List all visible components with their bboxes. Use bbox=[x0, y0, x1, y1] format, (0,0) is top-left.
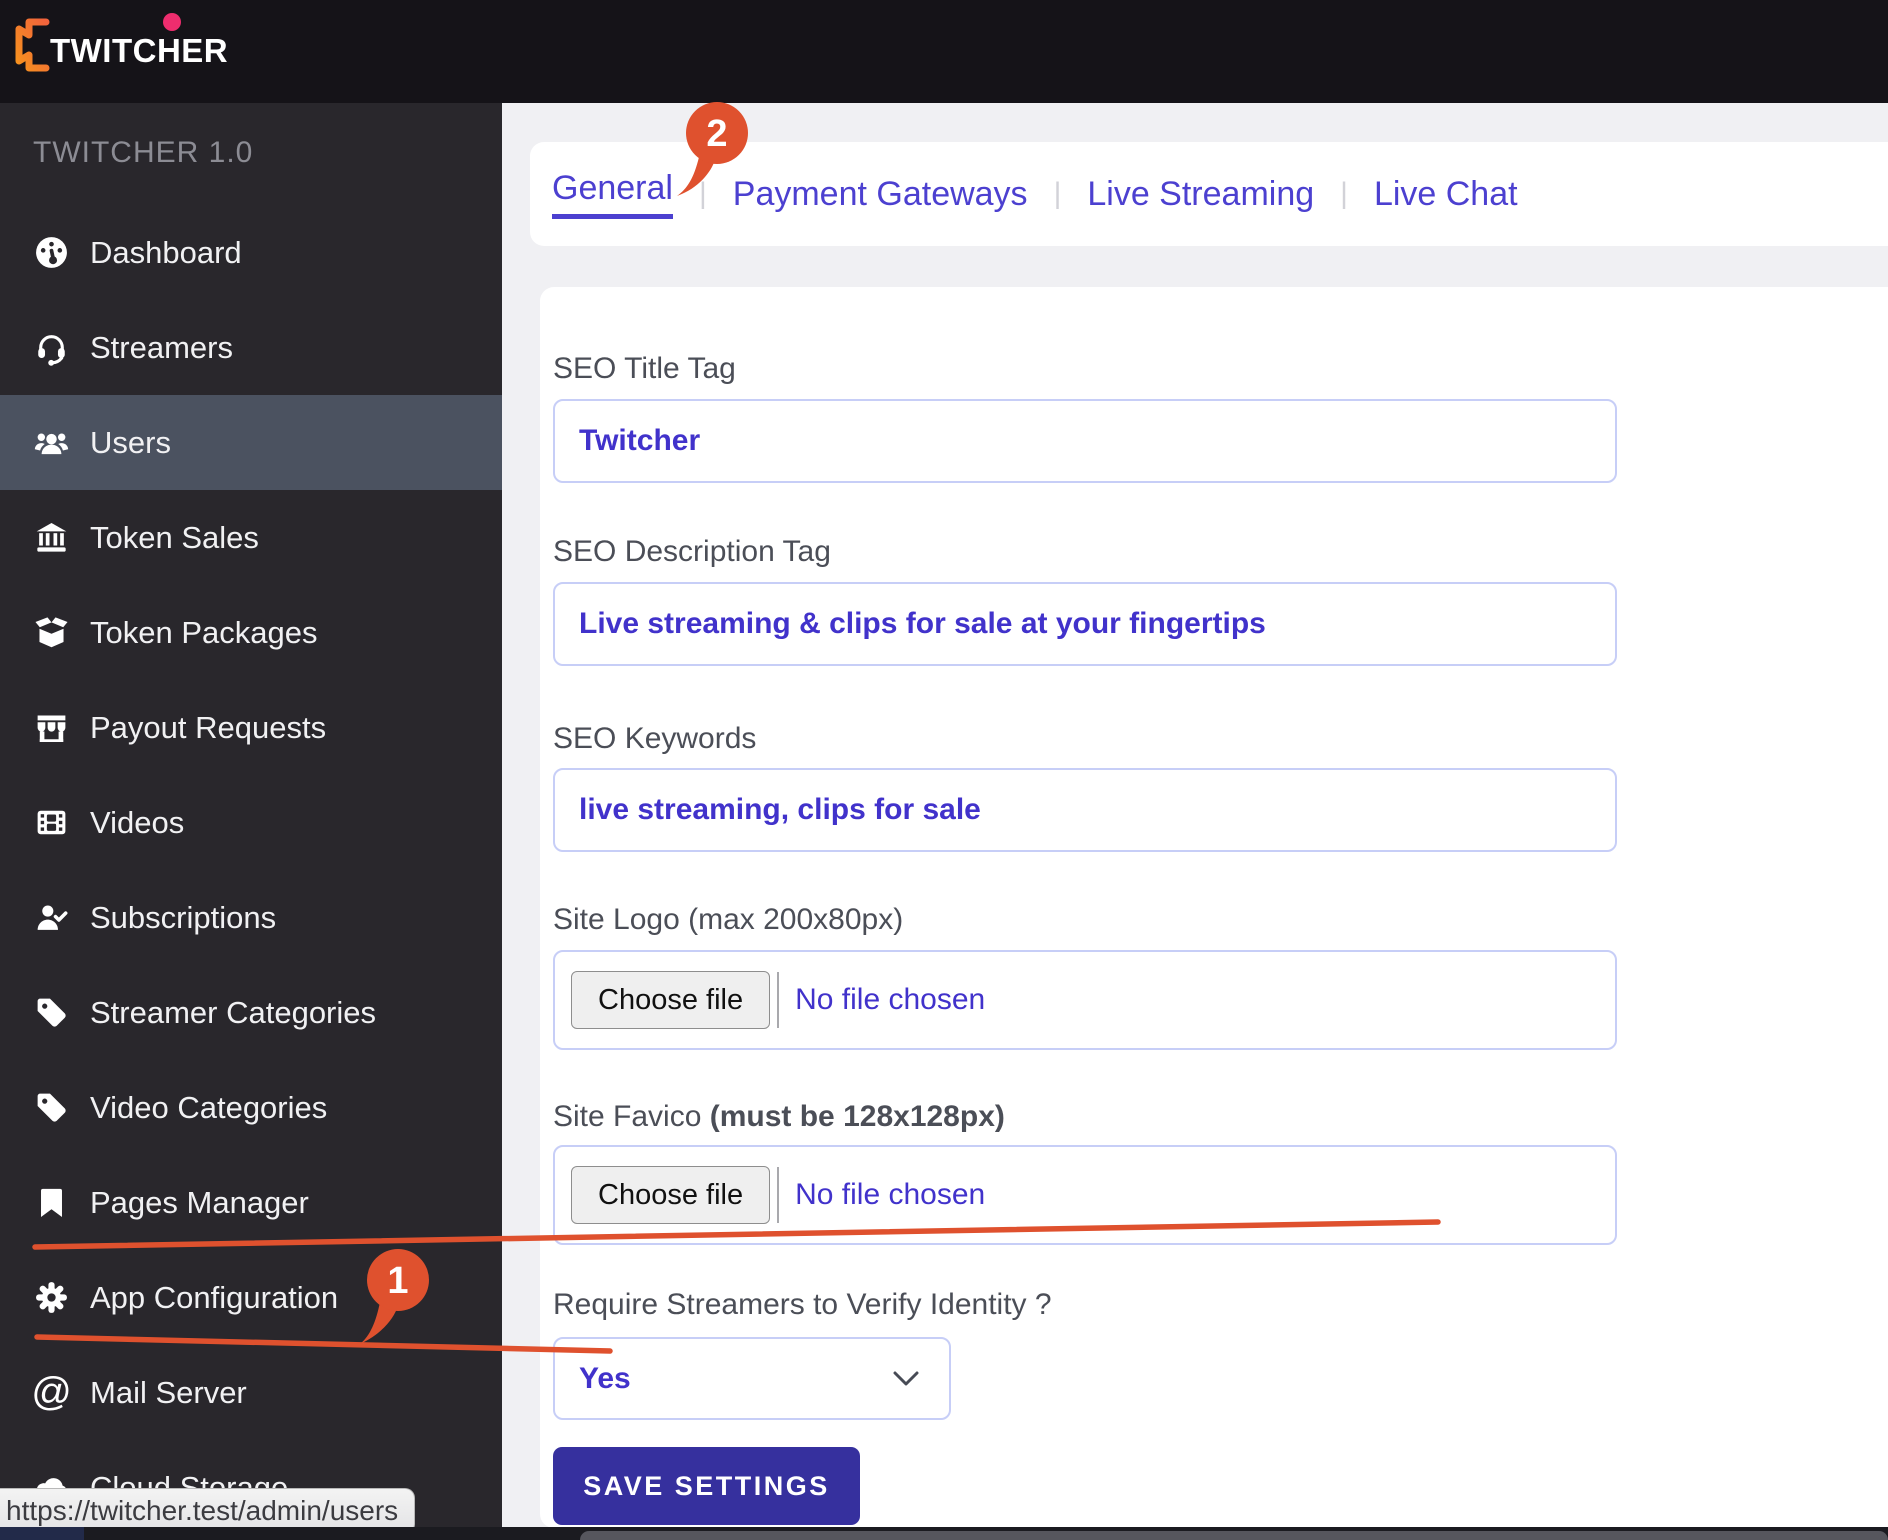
site-logo-choose-file-button[interactable]: Choose file bbox=[571, 971, 770, 1029]
sidebar-item-label: Payout Requests bbox=[90, 710, 326, 746]
sidebar-item-label: Subscriptions bbox=[90, 900, 276, 936]
logo-text: TWITCHER bbox=[50, 32, 228, 70]
sidebar-item-videos[interactable]: Videos bbox=[0, 775, 502, 870]
sidebar-item-label: Users bbox=[90, 425, 171, 461]
sidebar-item-pages-manager[interactable]: Pages Manager bbox=[0, 1155, 502, 1250]
file-input-divider bbox=[777, 1167, 779, 1223]
sidebar-item-label: Token Sales bbox=[90, 520, 259, 556]
general-settings-form: SEO Title Tag SEO Description Tag SEO Ke… bbox=[540, 287, 1888, 1528]
sidebar-item-payout-requests[interactable]: Payout Requests bbox=[0, 680, 502, 775]
sidebar-item-users[interactable]: Users bbox=[0, 395, 502, 490]
speedometer-icon bbox=[33, 234, 70, 271]
site-favico-label: Site Favico (must be 128x128px) bbox=[553, 1100, 1005, 1134]
sidebar-nav: Dashboard Streamers bbox=[0, 205, 502, 1535]
tab-payment-gateways[interactable]: Payment Gateways bbox=[733, 175, 1028, 214]
tab-general[interactable]: General bbox=[552, 169, 673, 219]
sidebar-item-token-sales[interactable]: Token Sales bbox=[0, 490, 502, 585]
save-settings-button[interactable]: SAVE SETTINGS bbox=[553, 1447, 860, 1525]
sidebar-item-subscriptions[interactable]: Subscriptions bbox=[0, 870, 502, 965]
sidebar-item-label: Dashboard bbox=[90, 235, 242, 271]
verify-identity-select[interactable]: Yes bbox=[553, 1337, 951, 1420]
brand-logo[interactable]: TWITCHER bbox=[14, 12, 214, 82]
bookmark-icon bbox=[33, 1184, 70, 1221]
tab-live-chat[interactable]: Live Chat bbox=[1374, 175, 1518, 214]
gear-icon bbox=[33, 1279, 70, 1316]
sidebar-item-label: Mail Server bbox=[90, 1375, 247, 1411]
sidebar-item-dashboard[interactable]: Dashboard bbox=[0, 205, 502, 300]
seo-title-input[interactable] bbox=[553, 399, 1617, 483]
site-logo-file-status: No file chosen bbox=[795, 983, 985, 1017]
bank-icon bbox=[33, 519, 70, 556]
sidebar-item-label: Videos bbox=[90, 805, 184, 841]
at-sign-icon: @ bbox=[33, 1374, 70, 1411]
seo-keywords-input[interactable] bbox=[553, 768, 1617, 852]
site-favico-label-bold: (must be 128x128px) bbox=[710, 1100, 1005, 1133]
settings-tab-bar: General | Payment Gateways | Live Stream… bbox=[530, 142, 1888, 246]
site-logo-file-input[interactable]: Choose file No file chosen bbox=[553, 950, 1617, 1050]
sidebar-item-video-categories[interactable]: Video Categories bbox=[0, 1060, 502, 1155]
seo-title-label: SEO Title Tag bbox=[553, 352, 736, 386]
site-favico-label-regular: Site Favico bbox=[553, 1100, 710, 1133]
site-favico-file-status: No file chosen bbox=[795, 1178, 985, 1212]
seo-keywords-label: SEO Keywords bbox=[553, 722, 756, 756]
chevron-down-icon bbox=[893, 1371, 919, 1386]
site-favico-choose-file-button[interactable]: Choose file bbox=[571, 1166, 770, 1224]
site-logo-label: Site Logo (max 200x80px) bbox=[553, 903, 903, 937]
sidebar-item-streamers[interactable]: Streamers bbox=[0, 300, 502, 395]
person-check-icon bbox=[33, 899, 70, 936]
film-icon bbox=[33, 804, 70, 841]
open-box-icon bbox=[33, 614, 70, 651]
sidebar-item-label: Streamers bbox=[90, 330, 233, 366]
sidebar: TWITCHER 1.0 Dashboard bbox=[0, 103, 502, 1540]
sidebar-item-label: Video Categories bbox=[90, 1090, 327, 1126]
tag-icon bbox=[33, 1089, 70, 1126]
sidebar-item-label: Token Packages bbox=[90, 615, 317, 651]
seo-description-input[interactable] bbox=[553, 582, 1617, 666]
verify-identity-label: Require Streamers to Verify Identity ? bbox=[553, 1288, 1052, 1322]
tag-icon bbox=[33, 994, 70, 1031]
sidebar-item-app-configuration[interactable]: App Configuration bbox=[0, 1250, 502, 1345]
tab-separator: | bbox=[1054, 177, 1062, 211]
desktop-corner-patch bbox=[0, 1527, 84, 1540]
sidebar-item-label: Streamer Categories bbox=[90, 995, 376, 1031]
sidebar-section-label: TWITCHER 1.0 bbox=[33, 136, 253, 170]
people-group-icon bbox=[33, 424, 70, 461]
seo-description-label: SEO Description Tag bbox=[553, 535, 831, 569]
screenshot-stage: TWITCHER TWITCHER 1.0 Dashboard bbox=[0, 0, 1888, 1540]
storefront-icon bbox=[33, 709, 70, 746]
verify-identity-selected-value: Yes bbox=[579, 1362, 631, 1396]
file-input-divider bbox=[777, 972, 779, 1028]
tab-live-streaming[interactable]: Live Streaming bbox=[1087, 175, 1314, 214]
sidebar-item-mail-server[interactable]: @ Mail Server bbox=[0, 1345, 502, 1440]
tab-separator: | bbox=[699, 177, 707, 211]
sidebar-item-label: App Configuration bbox=[90, 1280, 338, 1316]
tab-separator: | bbox=[1340, 177, 1348, 211]
sidebar-item-label: Pages Manager bbox=[90, 1185, 309, 1221]
headset-icon bbox=[33, 329, 70, 366]
sidebar-item-streamer-categories[interactable]: Streamer Categories bbox=[0, 965, 502, 1060]
app-header: TWITCHER bbox=[0, 0, 1888, 103]
sidebar-item-token-packages[interactable]: Token Packages bbox=[0, 585, 502, 680]
dock-top-edge bbox=[580, 1531, 1888, 1540]
site-favico-file-input[interactable]: Choose file No file chosen bbox=[553, 1145, 1617, 1245]
